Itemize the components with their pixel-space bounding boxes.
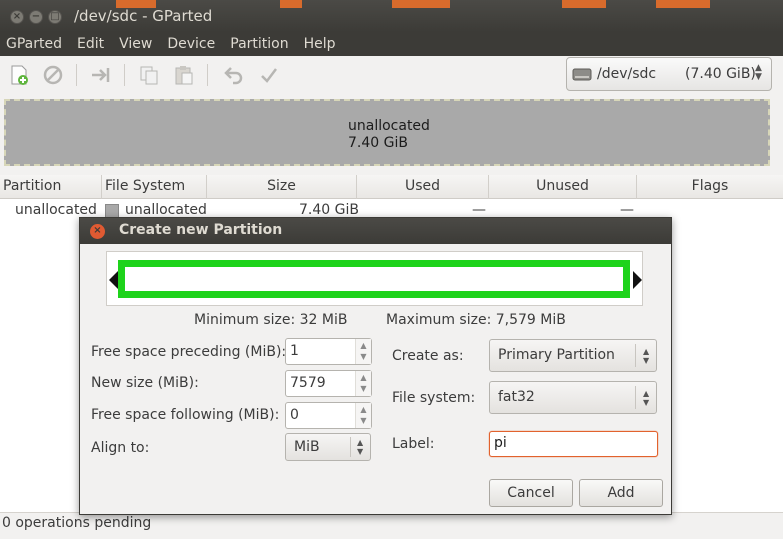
- resize-handle-left-icon[interactable]: [109, 271, 118, 289]
- file-system-label: File system:: [392, 390, 476, 406]
- menu-gparted[interactable]: GParted: [6, 36, 62, 52]
- align-to-value: MiB: [294, 439, 320, 455]
- toolbar-separator: [207, 64, 208, 86]
- partition-resizer[interactable]: [106, 251, 643, 306]
- spinner-arrows-icon[interactable]: ▲ ▼: [355, 371, 371, 396]
- file-system-value: fat32: [498, 389, 535, 405]
- chevron-updown-icon: ▲ ▼: [357, 438, 364, 456]
- new-size-value: 7579: [290, 375, 326, 391]
- column-header-filesystem[interactable]: File System: [102, 175, 207, 199]
- partition-map[interactable]: unallocated 7.40 GiB: [4, 99, 770, 166]
- cell-used: —: [472, 202, 486, 218]
- copy-icon[interactable]: [138, 64, 160, 86]
- label-input-value: pi: [494, 435, 507, 451]
- combo-divider: [635, 386, 636, 409]
- free-following-label: Free space following (MiB):: [91, 407, 280, 423]
- status-bar: 0 operations pending: [0, 512, 783, 539]
- create-partition-dialog: × Create new Partition Minimum size: 32 …: [79, 217, 672, 515]
- status-text: 0 operations pending: [2, 515, 152, 531]
- filesystem-color-swatch: [105, 204, 119, 218]
- partition-map-name: unallocated: [348, 118, 430, 134]
- undo-icon[interactable]: [222, 64, 244, 86]
- spinner-arrows-icon[interactable]: ▲ ▼: [355, 339, 371, 364]
- free-following-value: 0: [290, 407, 299, 423]
- free-preceding-spinner[interactable]: 1 ▲ ▼: [285, 338, 372, 365]
- menu-view[interactable]: View: [119, 36, 152, 52]
- table-header: Partition File System Size Used Unused F…: [0, 175, 783, 199]
- dialog-title: Create new Partition: [119, 222, 283, 238]
- dialog-close-button[interactable]: ×: [90, 224, 105, 239]
- create-as-combo[interactable]: Primary Partition ▲ ▼: [489, 339, 657, 372]
- add-button[interactable]: Add: [579, 479, 663, 507]
- new-partition-icon[interactable]: [8, 64, 30, 86]
- column-header-used[interactable]: Used: [357, 175, 489, 199]
- window-maximize-button[interactable]: □: [48, 10, 62, 24]
- cell-unused: —: [620, 202, 634, 218]
- paste-icon[interactable]: [173, 64, 195, 86]
- create-as-label: Create as:: [392, 348, 464, 364]
- partition-size-bar[interactable]: [118, 260, 630, 298]
- free-preceding-label: Free space preceding (MiB):: [91, 344, 287, 360]
- new-size-spinner[interactable]: 7579 ▲ ▼: [285, 370, 372, 397]
- menu-device[interactable]: Device: [167, 36, 215, 52]
- window-close-button[interactable]: ×: [10, 10, 24, 24]
- menu-partition[interactable]: Partition: [230, 36, 288, 52]
- window-minimize-button[interactable]: −: [29, 10, 43, 24]
- align-to-combo[interactable]: MiB ▲ ▼: [285, 433, 371, 461]
- apply-icon[interactable]: [258, 64, 280, 86]
- background-window-strip: [280, 0, 302, 8]
- create-as-value: Primary Partition: [498, 347, 615, 363]
- menu-help[interactable]: Help: [304, 36, 336, 52]
- toolbar-separator: [124, 64, 125, 86]
- combo-divider: [350, 437, 351, 457]
- align-to-label: Align to:: [91, 440, 150, 456]
- drive-icon: [572, 64, 592, 84]
- resize-move-icon[interactable]: [90, 64, 112, 86]
- delete-icon[interactable]: [42, 64, 64, 86]
- cancel-button[interactable]: Cancel: [489, 479, 573, 507]
- resize-handle-right-icon[interactable]: [633, 271, 642, 289]
- background-window-strip: [392, 0, 450, 8]
- column-header-size[interactable]: Size: [207, 175, 357, 199]
- new-size-label: New size (MiB):: [91, 375, 199, 391]
- spinner-arrows-icon[interactable]: ▲ ▼: [355, 403, 371, 428]
- label-input[interactable]: pi: [489, 431, 658, 457]
- device-size: (7.40 GiB): [685, 66, 756, 82]
- device-name: /dev/sdc: [597, 66, 657, 82]
- maximum-size-label: Maximum size: 7,579 MiB: [386, 312, 566, 328]
- cell-partition: unallocated: [15, 202, 97, 218]
- background-window-strip: [562, 0, 606, 8]
- column-header-partition[interactable]: Partition: [0, 175, 102, 199]
- chevron-updown-icon: ▲ ▼: [755, 63, 762, 82]
- column-header-unused[interactable]: Unused: [489, 175, 637, 199]
- title-bar: × − □ /dev/sdc - GParted: [0, 0, 783, 32]
- chevron-updown-icon: ▲ ▼: [643, 389, 650, 407]
- device-selector[interactable]: /dev/sdc (7.40 GiB) ▲ ▼: [566, 57, 772, 91]
- minimum-size-label: Minimum size: 32 MiB: [194, 312, 348, 328]
- background-window-strip: [656, 0, 710, 8]
- menu-edit[interactable]: Edit: [77, 36, 104, 52]
- free-preceding-value: 1: [290, 343, 299, 359]
- column-header-flags[interactable]: Flags: [637, 175, 783, 199]
- window-title: /dev/sdc - GParted: [74, 7, 213, 25]
- dialog-title-bar: × Create new Partition: [80, 218, 671, 244]
- partition-map-size: 7.40 GiB: [348, 135, 408, 151]
- free-following-spinner[interactable]: 0 ▲ ▼: [285, 402, 372, 429]
- label-field-label: Label:: [392, 436, 435, 452]
- cell-filesystem: unallocated: [125, 202, 207, 218]
- chevron-updown-icon: ▲ ▼: [643, 347, 650, 365]
- combo-divider: [635, 344, 636, 367]
- menu-bar: GParted Edit View Device Partition Help: [0, 32, 783, 56]
- toolbar-separator: [76, 64, 77, 86]
- partition-map-label: unallocated 7.40 GiB: [348, 118, 430, 152]
- cell-size: 7.40 GiB: [299, 202, 359, 218]
- file-system-combo[interactable]: fat32 ▲ ▼: [489, 381, 657, 414]
